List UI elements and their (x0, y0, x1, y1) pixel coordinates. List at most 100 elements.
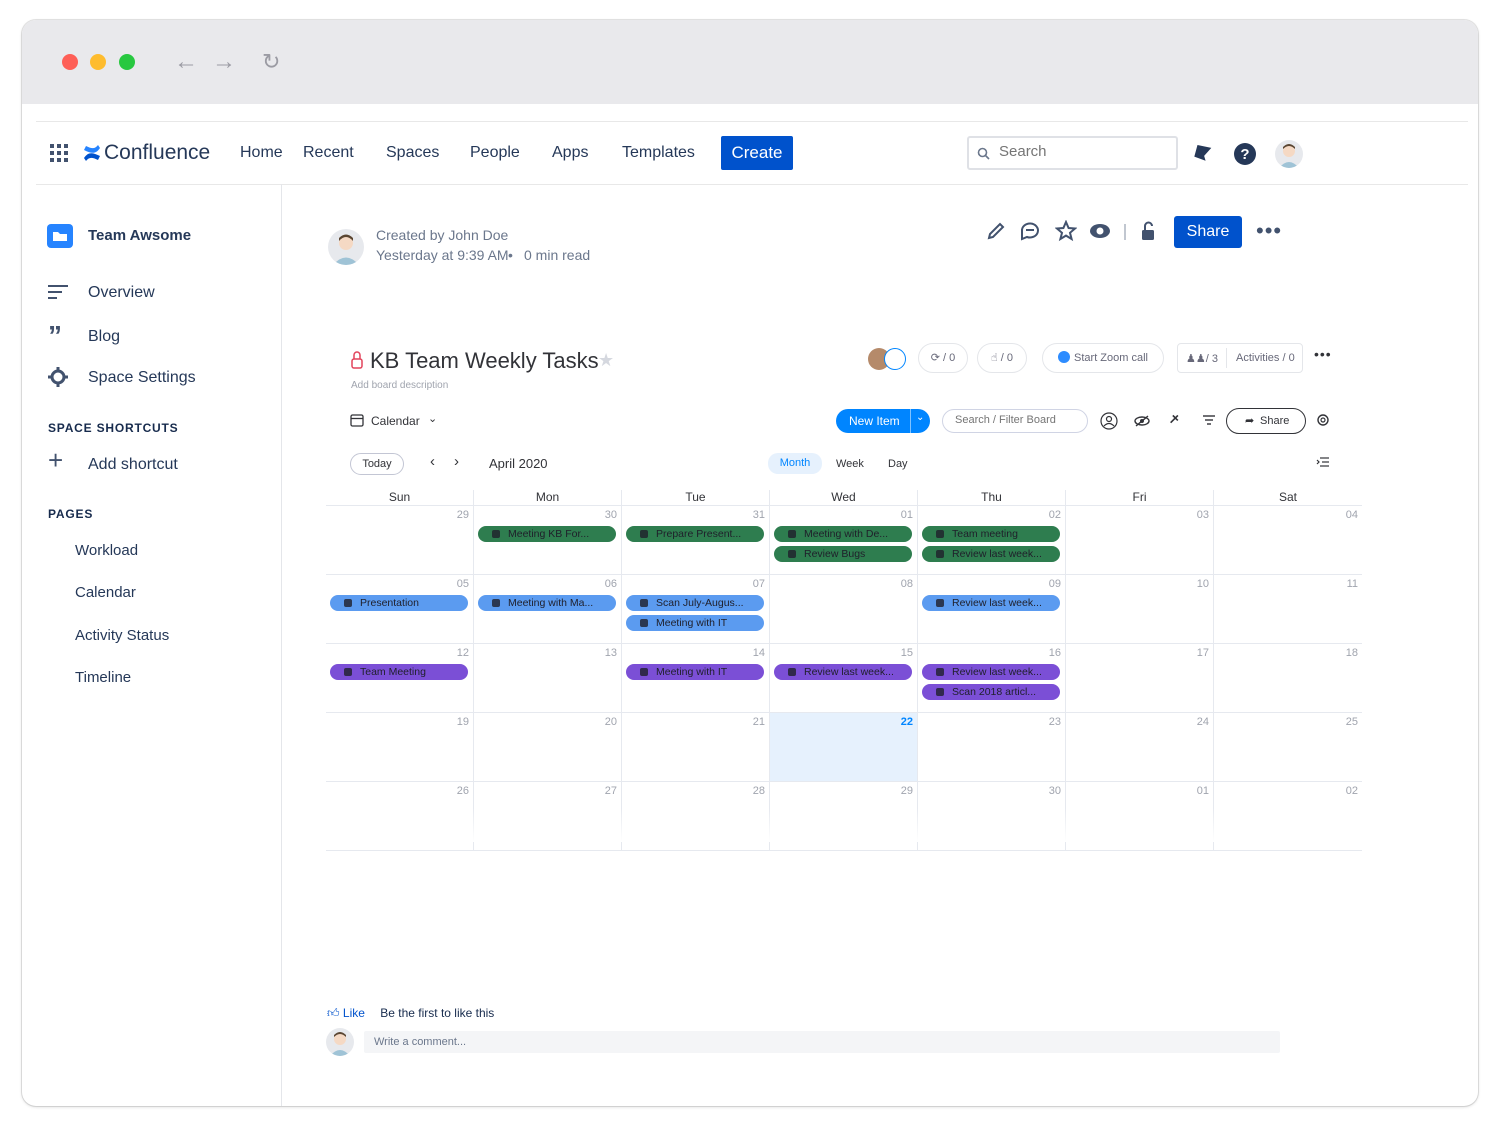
view-selector[interactable]: Calendar (371, 414, 420, 428)
calendar-event[interactable]: Presentation (330, 595, 468, 611)
back-arrow-icon[interactable]: ← (174, 48, 198, 76)
calendar-event[interactable]: Review last week... (774, 664, 912, 680)
notifications-icon[interactable] (1192, 143, 1212, 165)
sidebar-item-space-settings[interactable]: Space Settings (88, 369, 196, 387)
calendar-day-cell[interactable]: 29 (326, 506, 474, 575)
calendar-event[interactable]: Review last week... (922, 664, 1060, 680)
activities-label[interactable]: Activities / 0 (1236, 352, 1295, 364)
page-link-activity-status[interactable]: Activity Status (75, 627, 169, 644)
nav-apps[interactable]: Apps (552, 144, 588, 162)
comment-input[interactable]: Write a comment... (364, 1031, 1280, 1053)
calendar-event[interactable]: Meeting with IT (626, 664, 764, 680)
nav-home[interactable]: Home (240, 144, 283, 162)
calendar-event[interactable]: Meeting with De... (774, 526, 912, 542)
calendar-day-cell[interactable]: 18 (1214, 644, 1362, 713)
board-description[interactable]: Add board description (351, 380, 448, 391)
calendar-event[interactable]: Meeting with Ma... (478, 595, 616, 611)
filter-board-field[interactable] (942, 409, 1088, 433)
page-link-calendar[interactable]: Calendar (75, 584, 136, 601)
next-month-icon[interactable]: › (454, 453, 459, 470)
comment-icon[interactable] (1019, 220, 1041, 242)
calendar-day-cell[interactable]: 24 (1066, 713, 1214, 782)
members-count[interactable]: ♟♟/ 3 (1186, 352, 1218, 365)
search-field[interactable] (967, 136, 1178, 170)
hide-eye-icon[interactable] (1134, 414, 1150, 428)
new-item-chevron-icon[interactable]: ⌄ (916, 412, 924, 423)
nav-recent[interactable]: Recent (303, 144, 354, 162)
create-button[interactable]: Create (721, 136, 793, 170)
board-title[interactable]: KB Team Weekly Tasks (370, 348, 599, 374)
reload-icon[interactable]: ↻ (262, 48, 280, 76)
zoom-call-button[interactable]: Start Zoom call (1042, 343, 1164, 373)
calendar-day-cell[interactable]: 13 (474, 644, 622, 713)
likes-pill[interactable]: ☝ / 0 (977, 343, 1027, 373)
calendar-day-cell[interactable]: 04 (1214, 506, 1362, 575)
sidebar-item-overview[interactable]: Overview (88, 284, 155, 302)
star-icon[interactable] (1055, 220, 1077, 242)
calendar-day-cell[interactable]: 23 (918, 713, 1066, 782)
calendar-day-cell[interactable]: 17 (1066, 644, 1214, 713)
calendar-event[interactable]: Review last week... (922, 595, 1060, 611)
nav-spaces[interactable]: Spaces (386, 144, 439, 162)
app-switcher-icon[interactable] (50, 144, 68, 162)
board-share-button[interactable]: ➦ Share (1226, 408, 1306, 434)
calendar-event[interactable]: Review last week... (922, 546, 1060, 562)
calendar-day-cell[interactable]: 25 (1214, 713, 1362, 782)
search-input[interactable] (999, 143, 1169, 160)
calendar-event[interactable]: Scan 2018 articl... (922, 684, 1060, 700)
calendar-event[interactable]: Meeting with IT (626, 615, 764, 631)
settings-gear-icon[interactable] (1316, 413, 1330, 427)
calendar-event[interactable]: Meeting KB For... (478, 526, 616, 542)
calendar-event[interactable]: Team Meeting (330, 664, 468, 680)
pin-icon[interactable]: ✝ (1164, 409, 1184, 429)
add-shortcut-link[interactable]: Add shortcut (88, 456, 178, 474)
close-window-button[interactable] (62, 54, 78, 70)
collapse-list-icon[interactable] (1316, 456, 1330, 468)
calendar-event[interactable]: Scan July-Augus... (626, 595, 764, 611)
user-avatar[interactable] (1275, 140, 1303, 168)
calendar-day-cell[interactable]: 08 (770, 575, 918, 644)
view-day-tab[interactable]: Day (888, 458, 908, 470)
new-item-button[interactable]: New Item ⌄ (836, 409, 930, 433)
calendar-day-cell[interactable]: 22 (770, 713, 918, 782)
app-name[interactable]: Confluence (104, 141, 210, 165)
help-icon[interactable]: ? (1233, 142, 1257, 166)
calendar-day-cell[interactable]: 20 (474, 713, 622, 782)
minimize-window-button[interactable] (90, 54, 106, 70)
calendar-day-cell[interactable]: 11 (1214, 575, 1362, 644)
page-link-timeline[interactable]: Timeline (75, 669, 131, 686)
person-filter-icon[interactable] (1100, 412, 1118, 430)
edit-pencil-icon[interactable] (986, 220, 1006, 242)
watch-eye-icon[interactable] (1088, 220, 1112, 242)
author-avatar[interactable] (328, 229, 364, 265)
view-week-tab[interactable]: Week (836, 458, 864, 470)
sidebar-item-blog[interactable]: Blog (88, 328, 120, 346)
filter-board-input[interactable] (955, 414, 1081, 426)
chevron-down-icon[interactable]: ⌄ (428, 412, 437, 425)
forward-arrow-icon[interactable]: → (212, 48, 236, 76)
calendar-day-cell[interactable]: 19 (326, 713, 474, 782)
favorite-star-icon[interactable]: ★ (598, 350, 614, 371)
today-button[interactable]: Today (350, 453, 404, 475)
updates-pill[interactable]: ⟳ / 0 (918, 343, 968, 373)
board-menu-icon[interactable]: ••• (1314, 346, 1332, 362)
share-button[interactable]: Share (1174, 216, 1242, 248)
unlock-icon[interactable] (1138, 220, 1158, 242)
calendar-day-cell[interactable]: 03 (1066, 506, 1214, 575)
maximize-window-button[interactable] (119, 54, 135, 70)
page-link-workload[interactable]: Workload (75, 542, 138, 559)
nav-people[interactable]: People (470, 144, 520, 162)
nav-templates[interactable]: Templates (622, 144, 695, 162)
calendar-day-cell[interactable]: 21 (622, 713, 770, 782)
more-options-icon[interactable]: ••• (1256, 218, 1282, 244)
calendar-event[interactable]: Team meeting (922, 526, 1060, 542)
prev-month-icon[interactable]: ‹ (430, 453, 435, 470)
calendar-event[interactable]: Review Bugs (774, 546, 912, 562)
calendar-event[interactable]: Prepare Present... (626, 526, 764, 542)
invite-member-icon[interactable] (884, 348, 906, 370)
like-button[interactable]: 👍︎ Like (327, 1006, 365, 1020)
filter-icon[interactable] (1202, 414, 1216, 426)
space-name[interactable]: Team Awsome (88, 227, 191, 244)
calendar-day-cell[interactable]: 10 (1066, 575, 1214, 644)
plus-icon[interactable]: + (48, 447, 63, 473)
